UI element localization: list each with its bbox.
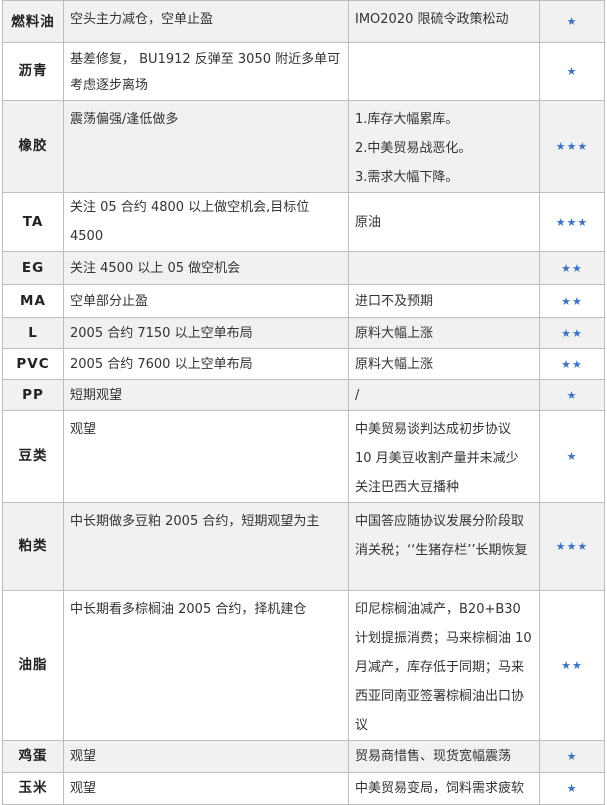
commodity-name: 豆类 xyxy=(2,410,64,503)
reason-cell: 1.库存大幅累库。 2.中美贸易战恶化。 3.需求大幅下降。 xyxy=(348,100,540,193)
rating-stars: ★★ xyxy=(539,284,605,318)
view-cell: 2005 合约 7150 以上空单布局 xyxy=(63,317,349,349)
rating-stars: ★★ xyxy=(539,251,605,285)
commodity-name: 粕类 xyxy=(2,502,64,591)
rating-stars: ★ xyxy=(539,379,605,411)
table-row: 燃料油 空头主力减仓，空单止盈 IMO2020 限硫令政策松动 ★ xyxy=(2,0,605,43)
commodity-name: L xyxy=(2,317,64,349)
reason-line: 10 月美豆收割产量并未减少 xyxy=(355,451,519,466)
reason-cell: 中美贸易谈判达成初步协议 10 月美豆收割产量并未减少 关注巴西大豆播种 xyxy=(348,410,540,503)
view-cell: 2005 合约 7600 以上空单布局 xyxy=(63,348,349,380)
table-row: 玉米 观望 中美贸易变局，饲料需求疲软 ★ xyxy=(2,772,605,805)
rating-stars: ★★★ xyxy=(539,502,605,591)
reason-cell: 进口不及预期 xyxy=(348,284,540,318)
rating-stars: ★ xyxy=(539,42,605,101)
reason-cell: 贸易商惜售、现货宽幅震荡 xyxy=(348,740,540,773)
commodity-name: 油脂 xyxy=(2,590,64,741)
reason-line: 3.需求大幅下降。 xyxy=(355,170,459,185)
view-cell: 观望 xyxy=(63,772,349,805)
commodity-name: TA xyxy=(2,192,64,252)
table-row: 橡胶 震荡偏强/逢低做多 1.库存大幅累库。 2.中美贸易战恶化。 3.需求大幅… xyxy=(2,100,605,193)
rating-stars: ★★ xyxy=(539,348,605,380)
reason-line: 2.中美贸易战恶化。 xyxy=(355,141,472,156)
reason-cell: IMO2020 限硫令政策松动 xyxy=(348,0,540,43)
reason-line: 1.库存大幅累库。 xyxy=(355,112,459,127)
table-row: 鸡蛋 观望 贸易商惜售、现货宽幅震荡 ★ xyxy=(2,740,605,773)
table-row: L 2005 合约 7150 以上空单布局 原料大幅上涨 ★★ xyxy=(2,317,605,349)
reason-cell: 原料大幅上涨 xyxy=(348,317,540,349)
rating-stars: ★ xyxy=(539,0,605,43)
table-row: 粕类 中长期做多豆粕 2005 合约，短期观望为主 中国答应随协议发展分阶段取消… xyxy=(2,502,605,591)
table-row: PVC 2005 合约 7600 以上空单布局 原料大幅上涨 ★★ xyxy=(2,348,605,380)
table-row: MA 空单部分止盈 进口不及预期 ★★ xyxy=(2,284,605,318)
rating-stars: ★★★ xyxy=(539,192,605,252)
reason-cell: 印尼棕榈油减产，B20+B30 计划提振消费；马来棕榈油 10 月减产，库存低于… xyxy=(348,590,540,741)
commodity-name: EG xyxy=(2,251,64,285)
view-cell: 观望 xyxy=(63,740,349,773)
reason-cell: 原油 xyxy=(348,192,540,252)
view-cell: 关注 05 合约 4800 以上做空机会,目标位 4500 xyxy=(63,192,349,252)
commodity-name: 燃料油 xyxy=(2,0,64,43)
rating-stars: ★ xyxy=(539,410,605,503)
reason-line: 关注巴西大豆播种 xyxy=(355,480,460,495)
view-cell: 基差修复， BU1912 反弹至 3050 附近多单可考虑逐步离场 xyxy=(63,42,349,101)
rating-stars: ★★ xyxy=(539,590,605,741)
commodity-name: PVC xyxy=(2,348,64,380)
commodity-name: 沥青 xyxy=(2,42,64,101)
view-cell: 短期观望 xyxy=(63,379,349,411)
table-row: 沥青 基差修复， BU1912 反弹至 3050 附近多单可考虑逐步离场 ★ xyxy=(2,42,605,101)
reason-cell: 中美贸易变局，饲料需求疲软 xyxy=(348,772,540,805)
rating-stars: ★★★ xyxy=(539,100,605,193)
rating-stars: ★★ xyxy=(539,317,605,349)
table-row: 油脂 中长期看多棕榈油 2005 合约，择机建仓 印尼棕榈油减产，B20+B30… xyxy=(2,590,605,741)
view-cell: 震荡偏强/逢低做多 xyxy=(63,100,349,193)
reason-line: 中美贸易谈判达成初步协议 xyxy=(355,422,512,437)
view-cell: 中长期做多豆粕 2005 合约，短期观望为主 xyxy=(63,502,349,591)
reason-cell: 原料大幅上涨 xyxy=(348,348,540,380)
reason-cell: 中国答应随协议发展分阶段取消关税；‘‘生猪存栏’’长期恢复 xyxy=(348,502,540,591)
rating-stars: ★ xyxy=(539,740,605,773)
reason-cell xyxy=(348,42,540,101)
table-row: TA 关注 05 合约 4800 以上做空机会,目标位 4500 原油 ★★★ xyxy=(2,192,605,252)
view-cell: 空单部分止盈 xyxy=(63,284,349,318)
commodity-name: MA xyxy=(2,284,64,318)
commodity-table: 燃料油 空头主力减仓，空单止盈 IMO2020 限硫令政策松动 ★ 沥青 基差修… xyxy=(2,0,605,805)
view-cell: 观望 xyxy=(63,410,349,503)
commodity-name: 橡胶 xyxy=(2,100,64,193)
table-row: PP 短期观望 / ★ xyxy=(2,379,605,411)
reason-cell: / xyxy=(348,379,540,411)
commodity-name: PP xyxy=(2,379,64,411)
view-cell: 空头主力减仓，空单止盈 xyxy=(63,0,349,43)
view-cell: 关注 4500 以上 05 做空机会 xyxy=(63,251,349,285)
reason-cell xyxy=(348,251,540,285)
rating-stars: ★ xyxy=(539,772,605,805)
commodity-name: 玉米 xyxy=(2,772,64,805)
table-row: 豆类 观望 中美贸易谈判达成初步协议 10 月美豆收割产量并未减少 关注巴西大豆… xyxy=(2,410,605,503)
commodity-name: 鸡蛋 xyxy=(2,740,64,773)
view-cell: 中长期看多棕榈油 2005 合约，择机建仓 xyxy=(63,590,349,741)
table-row: EG 关注 4500 以上 05 做空机会 ★★ xyxy=(2,251,605,285)
